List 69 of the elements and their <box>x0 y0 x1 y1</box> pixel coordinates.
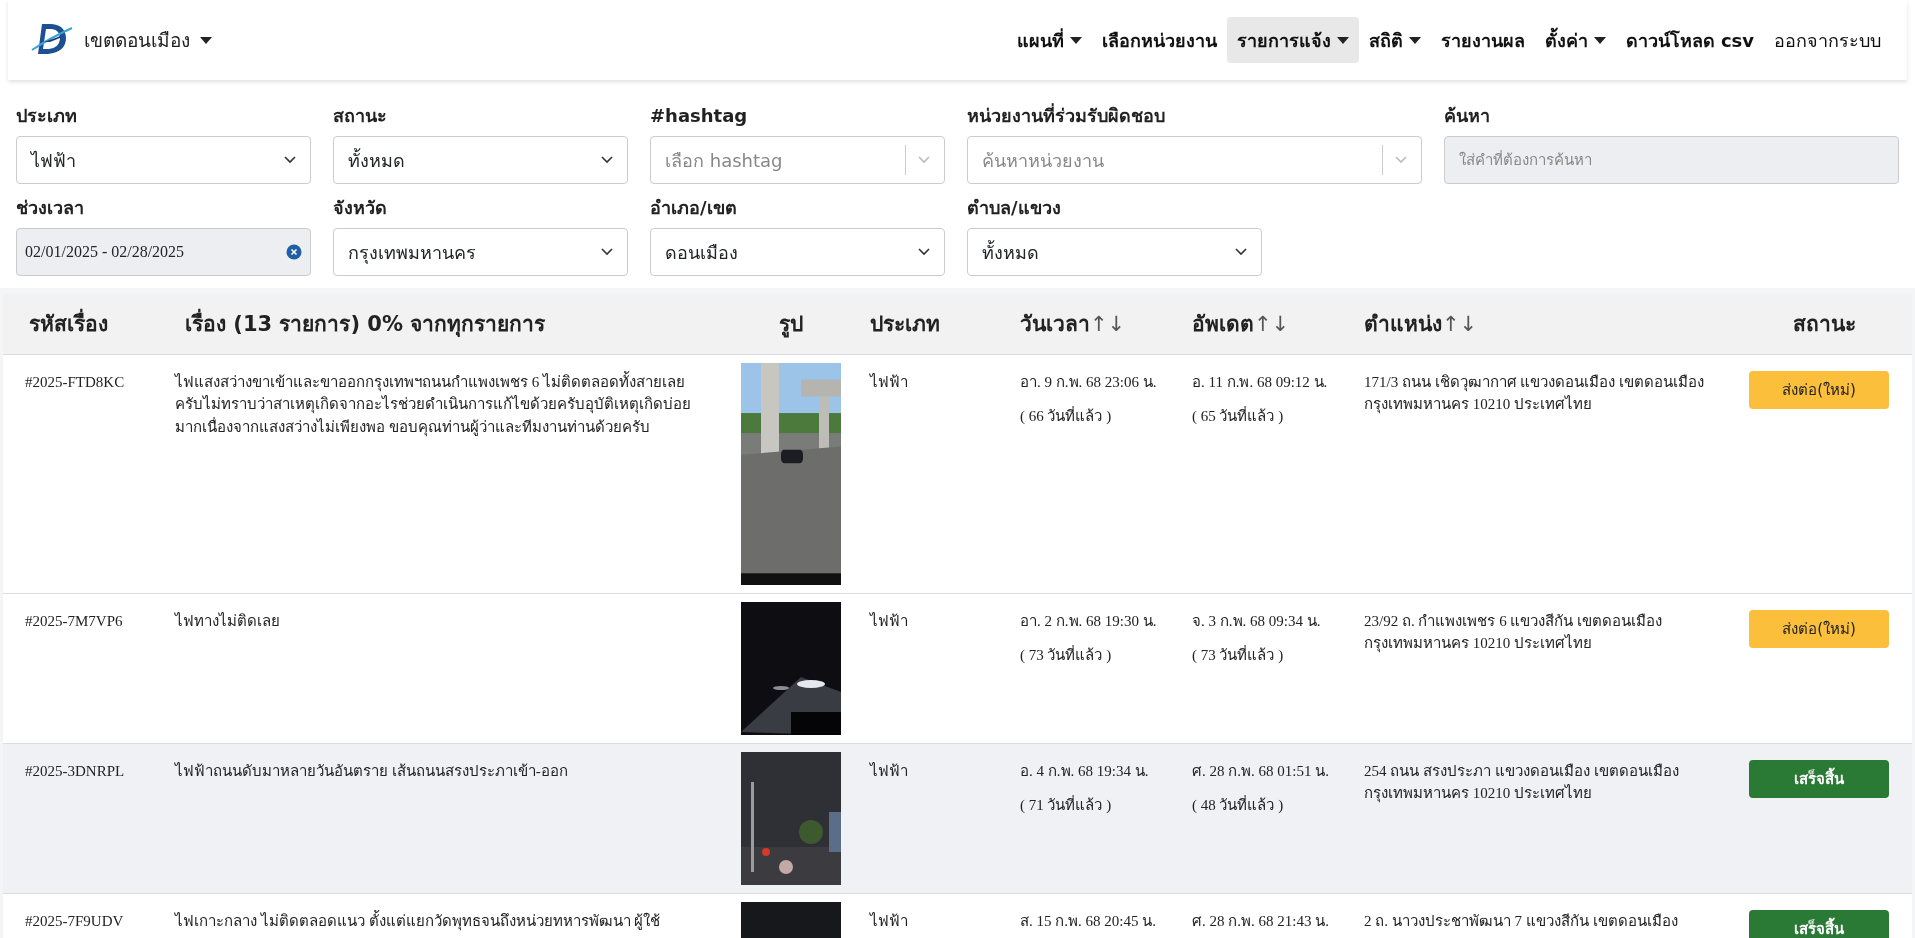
table-cell: 254 ถนน สรงประภา แขวงดอนเมือง เขตดอนเมือง กรุงเทพมหานคร 10210 ประเทศไทย <box>1364 762 1679 801</box>
nav-item[interactable]: ตั้งค่า <box>1534 17 1616 63</box>
nav-item[interactable]: รายงานผล <box>1430 17 1535 63</box>
filter-label: หน่วยงานที่ร่วมรับผิดชอบ <box>967 102 1165 128</box>
search-field[interactable]: ใส่คำที่ต้องการค้นหา <box>1444 136 1899 184</box>
filter-label: ตำบล/แขวง <box>967 196 1061 220</box>
nav-item[interactable]: สถิติ <box>1358 17 1431 63</box>
status-button[interactable]: ส่งต่อ(ใหม่) <box>1749 370 1889 409</box>
table-cell: ไฟเกาะกลาง ไม่ติดตลอดแนว ตั้งแต่แยกวัดพุทธจนถึงหน่วยทหารพัฒนา ผู้ใช้ <box>175 912 661 929</box>
table-cell-text: อา. 9 ก.พ. 68 23:06 น. <box>1020 372 1158 392</box>
column-header: อัพเดต↑↓ <box>1192 312 1290 337</box>
table-cell: ไฟแสงสว่างขาเข้าและขาออกกรุงเทพฯถนนกำแพงเพชร 6 ไม่ติดตลอดทั้งสายเลยครับไม่ทราบว่าสาเหตุเกิดจากอะไรช่วยดำเนินการแก้ไขด้วยครับอุบัติเหตุเกิดบ่อยมากเนื่องจากแสงสว่างไม่เพียงพอ ขอบคุณท่านผู้ว่าและทีมงานท่านด้วยครับ <box>175 373 691 435</box>
select-field[interactable]: ค้นหาหน่วยงาน <box>967 136 1422 184</box>
filter-label: จังหวัด <box>333 196 387 220</box>
select-field[interactable]: ดอนเมือง <box>650 228 945 276</box>
filter-label: ช่วงเวลา <box>16 196 84 220</box>
select-field[interactable]: ทั้งหมด <box>967 228 1262 276</box>
select-field[interactable]: กรุงเทพมหานคร <box>333 228 628 276</box>
table-cell: 23/92 ถ. กำแพงเพชร 6 แขวงสีกัน เขตดอนเมือง กรุงเทพมหานคร 10210 ประเทศไทย <box>1364 612 1663 651</box>
nav-item[interactable]: รายการแจ้ง <box>1226 17 1359 63</box>
table-cell: ไฟฟ้า <box>870 612 908 629</box>
column-header: รูป <box>778 312 803 337</box>
table-cell: ไฟฟ้าถนนดับมาหลายวันอันตราย เส้นถนนสรงประภาเข้า-ออก <box>175 762 568 779</box>
table-cell: 171/3 ถนน เชิดวุฒากาศ แขวงดอนเมือง เขตดอนเมือง กรุงเทพมหานคร 10210 ประเทศไทย <box>1364 373 1705 412</box>
table-cell-text: ( 48 วันที่แล้ว ) <box>1192 794 1285 815</box>
table-cell-text: จ. 3 ก.พ. 68 09:34 น. <box>1192 611 1322 631</box>
table-cell-text: ศ. 28 ก.พ. 68 01:51 น. <box>1192 761 1330 781</box>
status-button[interactable]: ส่งต่อ(ใหม่) <box>1749 609 1889 648</box>
table-cell: ไฟฟ้า <box>870 762 908 779</box>
filter-label: ประเภท <box>16 104 77 128</box>
table-cell: #2025-7F9UDV <box>25 912 124 929</box>
table-cell-text: ( 66 วันที่แล้ว ) <box>1020 405 1113 426</box>
table-cell: 2 ถ. นาวงประชาพัฒนา 7 แขวงสีกัน เขตดอนเมือง <box>1364 912 1678 929</box>
table-cell-text: ( 73 วันที่แล้ว ) <box>1020 644 1113 665</box>
select-field[interactable]: ไฟฟ้า <box>16 136 311 184</box>
filter-label: สถานะ <box>333 104 387 128</box>
status-button[interactable]: เสร็จสิ้น <box>1749 909 1889 938</box>
table-cell-text: ส. 15 ก.พ. 68 20:45 น. <box>1020 911 1157 931</box>
table-cell-text: ( 73 วันที่แล้ว ) <box>1192 644 1285 665</box>
filter-label: อำเภอ/เขต <box>650 196 737 220</box>
nav-item[interactable]: แผนที่ <box>1006 17 1092 63</box>
table-cell-text: อ. 4 ก.พ. 68 19:34 น. <box>1020 761 1150 781</box>
table-cell: #2025-FTD8KC <box>25 373 125 390</box>
table-cell: #2025-3DNRPL <box>25 762 125 779</box>
table-cell-text: ศ. 28 ก.พ. 68 21:43 น. <box>1192 911 1330 931</box>
table-cell-text: ( 65 วันที่แล้ว ) <box>1192 405 1285 426</box>
table-row[interactable]: #2025-7F9UDV ไฟเกาะกลาง ไม่ติดตลอดแนว ตั้งแต่แยกวัดพุทธจนถึงหน่วยทหารพัฒนา ผู้ใช้ ไฟฟ้า ส. 15 ก.พ. 68 20:45 น. ศ. 28 ก.พ. 68 21:43 น. 2 ถ. นาวงประชาพัฒนา 7 แขวงสีกัน เขตดอนเมือง เสร็จสิ้น <box>3 893 1912 938</box>
status-button[interactable]: เสร็จสิ้น <box>1749 759 1889 798</box>
filter-label: ค้นหา <box>1444 104 1490 128</box>
column-header: ตำแหน่ง↑↓ <box>1364 312 1478 337</box>
district-dropdown[interactable]: เขตดอนเมือง <box>80 21 216 59</box>
table-cell: #2025-7M7VP6 <box>25 612 123 629</box>
table-row[interactable]: #2025-7M7VP6 ไฟทางไม่ติดเลย ไฟฟ้า อา. 2 ก.พ. 68 19:30 น. ( 73 วันที่แล้ว ) จ. 3 ก.พ. 68 09:34 น. ( 73 วันที่แล้ว ) 23/92 ถ. กำแพงเพชร 6 แขวงสีกัน เขตดอนเมือง กรุงเทพมหานคร 10210 ประเทศไทย ส่งต่อ(ใหม่) <box>3 593 1912 743</box>
table-cell-text: อา. 2 ก.พ. 68 19:30 น. <box>1020 611 1158 631</box>
column-header: วันเวลา↑↓ <box>1020 312 1126 337</box>
table-cell: ไฟฟ้า <box>870 912 908 929</box>
filter-label: #hashtag <box>650 104 748 128</box>
table-cell-text: ( 71 วันที่แล้ว ) <box>1020 794 1113 815</box>
select-field[interactable]: เลือก hashtag <box>650 136 945 184</box>
table-cell: ไฟทางไม่ติดเลย <box>175 612 280 629</box>
nav-item[interactable]: เลือกหน่วยงาน <box>1091 17 1227 63</box>
date-range-field[interactable]: 02/01/2025 - 02/28/2025 <box>16 228 311 276</box>
nav-item[interactable]: ดาวน์โหลด csv <box>1615 17 1764 63</box>
nav-item[interactable]: ออกจากระบบ <box>1764 17 1891 63</box>
column-header: ประเภท <box>870 312 940 337</box>
column-header: สถานะ <box>1793 312 1856 337</box>
table-cell: ไฟฟ้า <box>870 373 908 390</box>
table-cell-text: อ. 11 ก.พ. 68 09:12 น. <box>1192 372 1329 392</box>
select-field[interactable]: ทั้งหมด <box>333 136 628 184</box>
